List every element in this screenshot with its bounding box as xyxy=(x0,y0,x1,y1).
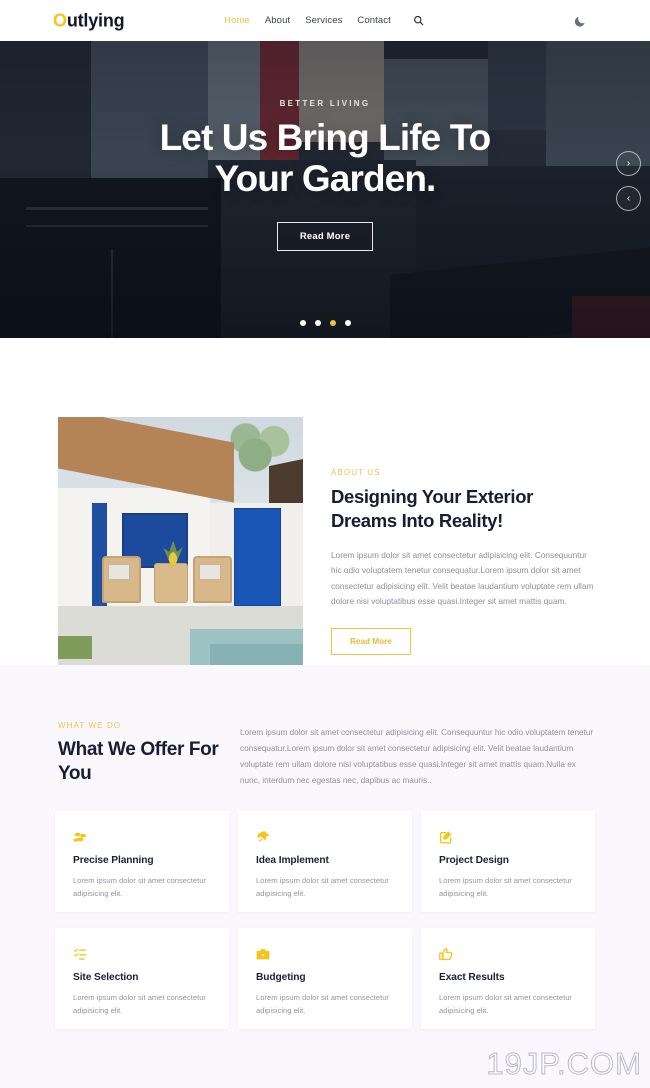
main-navigation: Home About Services Contact xyxy=(224,14,426,28)
service-card-title: Idea Implement xyxy=(256,855,329,866)
carousel-dot-2[interactable] xyxy=(314,320,321,326)
site-header: Outlying Home About Services Contact xyxy=(0,0,650,41)
service-card-grid: Precise Planning Lorem ipsum dolor sit a… xyxy=(55,811,595,1029)
carousel-dots xyxy=(0,320,650,326)
service-card-desc: Lorem ipsum dolor sit amet consectetur a… xyxy=(439,993,572,1016)
landing-page: Outlying Home About Services Contact BET… xyxy=(0,0,650,1088)
service-card[interactable]: Project Design Lorem ipsum dolor sit ame… xyxy=(421,811,595,912)
service-card-desc: Lorem ipsum dolor sit amet consectetur a… xyxy=(256,993,389,1016)
nav-item-home[interactable]: Home xyxy=(224,15,250,26)
moon-icon[interactable] xyxy=(572,13,588,29)
carousel-arrows: › ‹ xyxy=(616,151,641,221)
hero-eyebrow: BETTER LIVING xyxy=(279,99,371,108)
service-card-desc: Lorem ipsum dolor sit amet consectetur a… xyxy=(73,993,206,1016)
service-card[interactable]: Budgeting Lorem ipsum dolor sit amet con… xyxy=(238,928,412,1029)
logo-first-letter: O xyxy=(53,10,67,30)
service-card-desc: Lorem ipsum dolor sit amet consectetur a… xyxy=(439,876,572,899)
logo-rest: utlying xyxy=(66,10,125,30)
services-section: WHAT WE DO What We Offer For You Lorem i… xyxy=(0,665,650,1088)
services-title: What We Offer For You xyxy=(58,739,219,785)
about-eyebrow: ABOUT US xyxy=(331,468,381,477)
carousel-dot-1[interactable] xyxy=(299,320,306,326)
nav-item-about[interactable]: About xyxy=(265,15,290,26)
about-title: Designing Your Exterior Dreams Into Real… xyxy=(331,486,533,532)
service-card-title: Budgeting xyxy=(256,972,306,983)
about-image xyxy=(58,417,303,669)
service-card[interactable]: Precise Planning Lorem ipsum dolor sit a… xyxy=(55,811,229,912)
carousel-dot-3[interactable] xyxy=(329,320,336,326)
hero-content: BETTER LIVING Let Us Bring Life To Your … xyxy=(0,99,650,251)
briefcase-icon xyxy=(256,945,394,963)
search-icon[interactable] xyxy=(412,14,426,28)
service-card-title: Project Design xyxy=(439,855,509,866)
service-card-desc: Lorem ipsum dolor sit amet consectetur a… xyxy=(73,876,206,899)
pencil-square-icon xyxy=(439,828,577,846)
service-card-desc: Lorem ipsum dolor sit amet consectetur a… xyxy=(256,876,389,899)
service-card[interactable]: Exact Results Lorem ipsum dolor sit amet… xyxy=(421,928,595,1029)
carousel-prev-icon[interactable]: ‹ xyxy=(616,186,641,211)
service-card-title: Precise Planning xyxy=(73,855,154,866)
hero-carousel: BETTER LIVING Let Us Bring Life To Your … xyxy=(0,41,650,338)
nav-item-contact[interactable]: Contact xyxy=(357,15,390,26)
services-paragraph: Lorem ipsum dolor sit amet consectetur a… xyxy=(240,728,594,785)
site-logo[interactable]: Outlying xyxy=(53,10,125,31)
about-section: ABOUT US Designing Your Exterior Dreams … xyxy=(0,338,650,669)
nav-item-services[interactable]: Services xyxy=(305,15,342,26)
coins-icon xyxy=(73,828,211,846)
list-check-icon xyxy=(73,945,211,963)
push-pin-icon xyxy=(256,828,394,846)
thumbs-up-icon xyxy=(439,945,577,963)
about-text-block: ABOUT US Designing Your Exterior Dreams … xyxy=(331,468,597,656)
service-card-title: Exact Results xyxy=(439,972,505,983)
hero-title-line-2: Your Garden. xyxy=(214,158,437,200)
about-paragraph: Lorem ipsum dolor sit amet consectetur a… xyxy=(331,549,594,606)
carousel-dot-4[interactable] xyxy=(344,320,351,326)
hero-title: Let Us Bring Life To Your Garden. xyxy=(0,117,650,200)
services-eyebrow: WHAT WE DO xyxy=(58,721,122,730)
services-header: WHAT WE DO What We Offer For You Lorem i… xyxy=(0,721,650,809)
hero-title-line-1: Let Us Bring Life To xyxy=(159,117,492,158)
service-card[interactable]: Idea Implement Lorem ipsum dolor sit ame… xyxy=(238,811,412,912)
about-read-more-button[interactable]: Read More xyxy=(331,628,411,656)
carousel-next-icon[interactable]: › xyxy=(616,151,641,176)
service-card-title: Site Selection xyxy=(73,972,139,983)
hero-read-more-button[interactable]: Read More xyxy=(276,221,374,251)
service-card[interactable]: Site Selection Lorem ipsum dolor sit ame… xyxy=(55,928,229,1029)
